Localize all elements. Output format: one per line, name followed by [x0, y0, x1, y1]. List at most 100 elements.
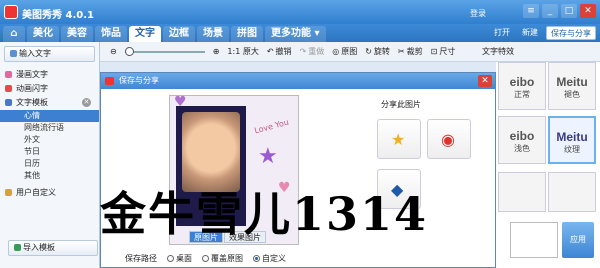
option-overwrite[interactable]: 覆盖原图 — [202, 253, 243, 264]
original-icon: ◎ — [332, 47, 340, 56]
text-input-box[interactable] — [510, 222, 558, 258]
minimize-icon[interactable]: _ — [542, 4, 558, 18]
dialog-title-bar: 保存与分享 ✕ — [101, 73, 495, 89]
import-template-button[interactable]: 导入模板 — [8, 240, 98, 256]
share-weibo-button[interactable]: ◉ — [427, 119, 471, 159]
input-text-button[interactable]: 输入文字 — [4, 46, 95, 62]
undo-label: 撤销 — [275, 47, 292, 56]
tab-frame[interactable]: 边框 — [163, 26, 195, 42]
open-button[interactable]: 打开 — [490, 26, 514, 40]
effect-item[interactable]: Meitu 褪色 — [548, 62, 596, 110]
sidebar-sub-mood[interactable]: 心情 — [0, 110, 99, 122]
effect-item[interactable]: eibo 浅色 — [498, 116, 546, 164]
weibo-icon: ◉ — [441, 130, 455, 149]
option-desktop-label: 桌面 — [176, 254, 192, 263]
sidebar-sub-holiday[interactable]: 节日 — [0, 146, 99, 158]
undo-icon: ↶ — [266, 47, 274, 56]
header-actions: 打开 新建 保存与分享 — [490, 26, 596, 40]
tab-more[interactable]: 更多功能 ▾ — [265, 26, 326, 42]
sidebar-sub-foreign[interactable]: 外文 — [0, 134, 99, 146]
original-button[interactable]: ◎ 原图 — [332, 46, 357, 57]
undo-button[interactable]: ↶ 撤销 — [267, 46, 292, 57]
import-label: 导入模板 — [23, 243, 55, 252]
maximize-icon[interactable]: □ — [561, 4, 577, 18]
effect-preview: eibo — [509, 129, 535, 143]
templates-label: 文字模板 — [16, 98, 48, 107]
redo-label: 重做 — [308, 47, 325, 56]
resize-button[interactable]: ⊡ 尺寸 — [431, 46, 456, 57]
effect-label: 浅色 — [514, 144, 530, 153]
rotate-button[interactable]: ↻ 旋转 — [365, 46, 390, 57]
sidebar-item-comic[interactable]: 漫画文字 — [0, 68, 99, 82]
effect-label: 纹理 — [564, 145, 580, 154]
new-button[interactable]: 新建 — [518, 26, 542, 40]
effect-item[interactable]: eibo 正常 — [498, 62, 546, 110]
sidebar-item-custom[interactable]: 用户自定义 — [0, 186, 99, 200]
text-icon — [10, 50, 17, 57]
share-qzone-button[interactable]: ★ — [377, 119, 421, 159]
menu-icon[interactable]: ≡ — [523, 4, 539, 18]
resize-label: 尺寸 — [439, 47, 456, 56]
comic-icon — [5, 71, 12, 78]
save-path-label: 保存路径 — [125, 254, 157, 263]
love-sticker: Love You — [253, 117, 290, 136]
input-text-label: 输入文字 — [19, 49, 51, 58]
tab-beautify[interactable]: 美化 — [27, 26, 59, 42]
crop-label: 裁剪 — [406, 47, 423, 56]
folder-icon — [5, 189, 12, 196]
redo-icon: ↷ — [299, 47, 307, 56]
sidebar-item-animated[interactable]: 动画闪字 — [0, 82, 99, 96]
effect-label: 正常 — [514, 90, 530, 99]
comic-label: 漫画文字 — [16, 70, 48, 79]
radio-icon — [202, 255, 209, 262]
option-custom[interactable]: 自定义 — [253, 253, 286, 264]
effect-item[interactable] — [548, 172, 596, 212]
tab-accessories[interactable]: 饰品 — [95, 26, 127, 42]
dialog-close-icon[interactable]: ✕ — [478, 75, 492, 87]
dialog-title: 保存与分享 — [119, 76, 159, 85]
animated-icon — [5, 85, 12, 92]
animated-label: 动画闪字 — [16, 84, 48, 93]
radio-icon — [167, 255, 174, 262]
custom-label: 用户自定义 — [16, 188, 56, 197]
apply-button[interactable]: 应用 — [562, 222, 594, 258]
effect-item-selected[interactable]: Meitu 纹理 — [548, 116, 596, 164]
close-icon[interactable]: ✕ — [580, 4, 596, 18]
sidebar-sub-calendar[interactable]: 日历 — [0, 158, 99, 170]
effect-preview: Meitu — [556, 75, 588, 89]
effect-item[interactable] — [498, 172, 546, 212]
resize-icon: ⊡ — [430, 47, 438, 56]
template-icon — [5, 99, 12, 106]
collapse-icon[interactable]: ✕ — [82, 98, 91, 107]
zoom-in-icon[interactable]: ⊕ — [213, 47, 220, 56]
title-bar: 美图秀秀 4.0.1 登录 ≡ _ □ ✕ — [0, 0, 600, 24]
zoom-out-icon[interactable]: ⊖ — [110, 47, 117, 56]
zoom-handle[interactable] — [124, 46, 134, 56]
tab-beauty[interactable]: 美容 — [61, 26, 93, 42]
redo-button[interactable]: ↷ 重做 — [300, 46, 325, 57]
sidebar-item-templates[interactable]: 文字模板 ✕ — [0, 96, 99, 110]
login-link[interactable]: 登录 — [470, 8, 486, 19]
sidebar-sub-other[interactable]: 其他 — [0, 170, 99, 182]
effects-title: 文字特效 — [482, 47, 514, 56]
actual-size-button[interactable]: 1:1 原大 — [227, 46, 258, 57]
tab-collage[interactable]: 拼图 — [231, 26, 263, 42]
tab-scene[interactable]: 场景 — [197, 26, 229, 42]
zoom-slider[interactable] — [124, 46, 205, 56]
rotate-label: 旋转 — [373, 47, 390, 56]
star-sticker-icon: ★ — [258, 144, 278, 169]
option-custom-label: 自定义 — [262, 254, 286, 263]
save-path-row: 保存路径 桌面 覆盖原图 自定义 — [125, 253, 286, 264]
radio-checked-icon — [253, 255, 260, 262]
option-desktop[interactable]: 桌面 — [167, 253, 192, 264]
crop-button[interactable]: ✂ 裁剪 — [398, 46, 423, 57]
home-icon[interactable]: ⌂ — [3, 26, 25, 42]
crop-icon: ✂ — [397, 47, 405, 56]
window-controls: ≡ _ □ ✕ — [523, 4, 596, 18]
sidebar-sub-slang[interactable]: 网络流行语 — [0, 122, 99, 134]
tab-text[interactable]: 文字 — [129, 26, 161, 42]
share-label: 分享此图片 — [381, 100, 421, 109]
edit-toolbar: ⊖ ⊕ 1:1 原大 ↶ 撤销 ↷ 重做 ◎ 原图 ↻ 旋转 ✂ 裁剪 ⊡ 尺寸 — [100, 42, 600, 62]
dialog-app-icon — [105, 77, 114, 85]
save-share-button[interactable]: 保存与分享 — [546, 26, 596, 40]
